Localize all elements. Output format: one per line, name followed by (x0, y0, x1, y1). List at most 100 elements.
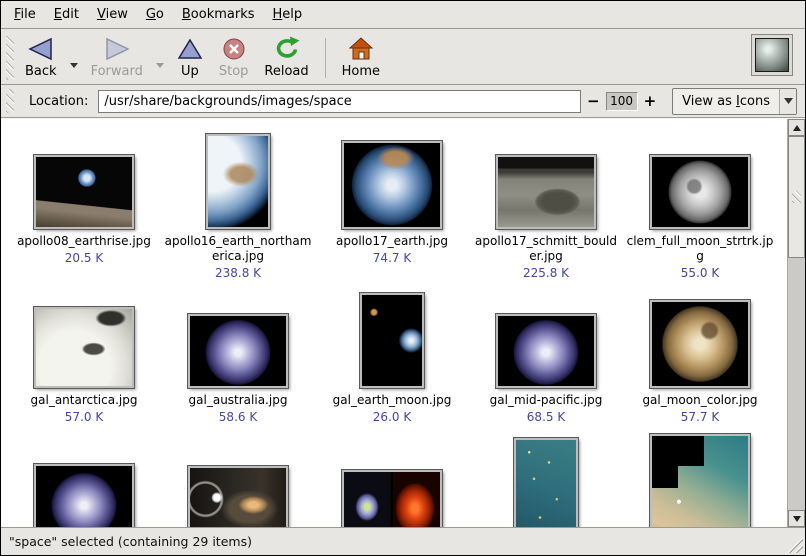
location-label: Location: (29, 94, 88, 109)
file-thumbnail (34, 155, 134, 229)
file-item[interactable] (161, 432, 315, 527)
file-item-clem_full_moon_strtrk.jpg[interactable]: clem_full_moon_strtrk.jpg55.0 K (623, 129, 777, 280)
file-item[interactable] (7, 432, 161, 527)
file-name: apollo17_earth.jpg (336, 234, 448, 249)
window-resize-grip[interactable] (786, 536, 803, 553)
thumbnail-area (34, 432, 134, 527)
file-item[interactable] (469, 432, 623, 527)
file-size: 57.7 K (681, 410, 719, 424)
view-as-dropdown[interactable]: View as Icons (672, 88, 797, 115)
file-name: gal_earth_moon.jpg (333, 393, 452, 408)
scroll-down-button[interactable] (788, 510, 805, 527)
forward-history-dropdown[interactable] (151, 52, 169, 75)
zoom-level-indicator: 100 (606, 92, 638, 111)
location-bar: Location: − 100 + View as Icons (1, 85, 805, 118)
scrollbar-thumb[interactable] (788, 136, 805, 258)
thumbnail-area (188, 432, 288, 527)
file-size: 55.0 K (681, 266, 719, 280)
back-history-dropdown[interactable] (65, 52, 83, 75)
file-item-gal_mid-pacific.jpg[interactable]: gal_mid-pacific.jpg68.5 K (469, 288, 623, 424)
file-item[interactable] (315, 432, 469, 527)
file-name: gal_moon_color.jpg (642, 393, 757, 408)
file-size: 74.7 K (373, 251, 411, 265)
up-button[interactable]: Up (169, 32, 211, 82)
thumbnail-area (650, 432, 750, 527)
thumbnail-area (342, 432, 442, 527)
stop-icon (221, 36, 247, 62)
throbber-sphere-icon (755, 38, 789, 72)
location-input[interactable] (98, 90, 581, 113)
file-item[interactable] (623, 432, 777, 527)
back-button[interactable]: Back (17, 32, 65, 82)
toolbar-drag-handle[interactable] (6, 36, 14, 80)
file-thumbnail (650, 434, 750, 527)
stop-button[interactable]: Stop (211, 32, 257, 82)
menu-edit[interactable]: Edit (45, 2, 88, 27)
forward-button[interactable]: Forward (83, 32, 151, 82)
file-item-apollo08_earthrise.jpg[interactable]: apollo08_earthrise.jpg20.5 K (7, 129, 161, 280)
file-name: gal_australia.jpg (189, 393, 288, 408)
file-thumbnail (188, 466, 288, 527)
zoom-out-button[interactable]: − (581, 92, 606, 110)
statusbar: "space" selected (containing 29 items) (1, 527, 805, 555)
home-icon (346, 36, 376, 62)
file-thumbnail (34, 307, 134, 388)
back-icon (28, 36, 54, 62)
file-item-gal_antarctica.jpg[interactable]: gal_antarctica.jpg57.0 K (7, 288, 161, 424)
file-thumbnail (514, 438, 578, 527)
statusbar-text: "space" selected (containing 29 items) (9, 534, 252, 549)
vertical-scrollbar[interactable] (787, 119, 805, 527)
arrow-up-icon (793, 125, 801, 131)
file-thumbnail (650, 155, 750, 229)
menu-go[interactable]: Go (137, 2, 173, 27)
menu-help[interactable]: Help (264, 2, 312, 27)
file-thumbnail (496, 155, 596, 229)
file-item-gal_moon_color.jpg[interactable]: gal_moon_color.jpg 57.7 K (623, 288, 777, 424)
forward-icon (104, 36, 130, 62)
zoom-in-button[interactable]: + (638, 92, 663, 110)
file-item-apollo16_earth_northamerica.jpg[interactable]: apollo16_earth_northamerica.jpg238.8 K (161, 129, 315, 280)
thumbnail-area (360, 288, 424, 388)
scrollbar-track[interactable] (788, 136, 805, 510)
file-grid: apollo08_earthrise.jpg20.5 Kapollo16_ear… (1, 119, 787, 527)
icon-view: apollo08_earthrise.jpg20.5 Kapollo16_ear… (1, 118, 805, 527)
thumbnail-area (34, 129, 134, 229)
reload-icon (272, 36, 302, 62)
chevron-down-icon (155, 62, 165, 69)
thumbnail-area (34, 288, 134, 388)
chevron-down-icon (69, 62, 79, 69)
file-thumbnail (342, 470, 442, 527)
file-name: apollo16_earth_northamerica.jpg (164, 234, 312, 264)
reload-button[interactable]: Reload (256, 32, 316, 82)
menubar: File Edit View Go Bookmarks Help (1, 1, 805, 29)
chevron-down-icon[interactable] (779, 89, 796, 114)
file-thumbnail (188, 314, 288, 388)
file-thumbnail (206, 134, 270, 229)
menu-view[interactable]: View (88, 2, 137, 27)
menu-bookmarks[interactable]: Bookmarks (173, 2, 264, 27)
file-thumbnail (360, 293, 424, 388)
file-thumbnail (34, 464, 134, 527)
menu-file[interactable]: File (5, 2, 45, 27)
file-item-gal_australia.jpg[interactable]: gal_australia.jpg 58.6 K (161, 288, 315, 424)
toolbar-separator (325, 38, 326, 78)
thumbnail-area (188, 288, 288, 388)
file-size: 57.0 K (65, 410, 103, 424)
file-item-apollo17_schmitt_boulder.jpg[interactable]: apollo17_schmitt_boulder.jpg225.8 K (469, 129, 623, 280)
file-thumbnail (342, 141, 442, 229)
file-size: 58.6 K (219, 410, 257, 424)
file-thumbnail (650, 300, 750, 388)
throbber-frame (751, 34, 793, 76)
file-item-apollo17_earth.jpg[interactable]: apollo17_earth.jpg 74.7 K (315, 129, 469, 280)
thumbnail-area (650, 129, 750, 229)
file-size: 68.5 K (527, 410, 565, 424)
file-item-gal_earth_moon.jpg[interactable]: gal_earth_moon.jpg26.0 K (315, 288, 469, 424)
thumbnail-area (206, 129, 270, 229)
file-size: 20.5 K (65, 251, 103, 265)
home-button[interactable]: Home (334, 32, 388, 82)
locationbar-drag-handle[interactable] (6, 89, 14, 113)
thumbnail-area (496, 129, 596, 229)
toolbar: Back Forward Up Stop (1, 29, 805, 85)
icon-grid-row: gal_antarctica.jpg57.0 Kgal_australia.jp… (7, 288, 787, 424)
scroll-up-button[interactable] (788, 119, 805, 136)
